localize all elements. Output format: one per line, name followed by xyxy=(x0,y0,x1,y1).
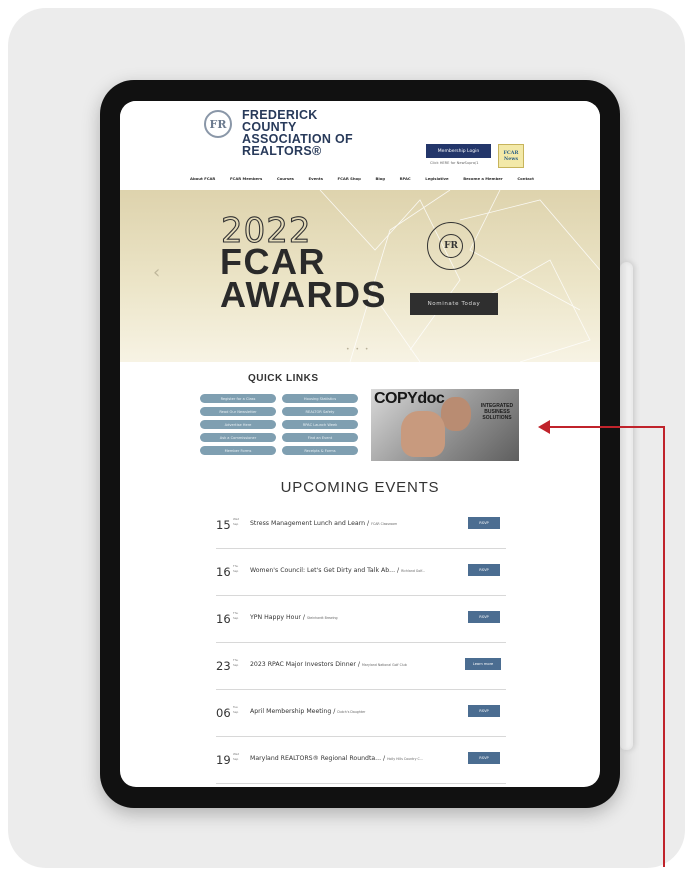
event-month: Tue Sep xyxy=(233,705,239,714)
carousel-dots[interactable]: • • • xyxy=(346,346,370,353)
event-title-text[interactable]: 2023 RPAC Major Investors Dinner / xyxy=(250,661,360,668)
hero-title: FCAR AWARDS xyxy=(220,241,388,315)
nav-item-shop[interactable]: FCAR Shop xyxy=(338,176,361,181)
event-title[interactable]: 2023 RPAC Major Investors Dinner / Maryla… xyxy=(250,661,407,668)
event-day: 23 xyxy=(216,659,231,673)
hero-banner: ‹ 2022 FCAR AWARDS FR Nominate Today • •… xyxy=(120,190,600,362)
copydoc-ad-banner[interactable]: COPYdoc INTEGRATED BUSINESS SOLUTIONS xyxy=(371,389,519,461)
event-row[interactable]: 16 Thu Sep Women's Council: Let's Get Di… xyxy=(216,548,506,596)
fcar-news-badge[interactable]: FCAR News xyxy=(498,144,524,168)
event-month: Thu Sep xyxy=(233,658,239,667)
event-venue: Dutch's Daughter xyxy=(337,710,366,714)
quick-link-pill[interactable]: Read Our Newsletter xyxy=(200,407,276,416)
event-venue: Maryland National Golf Club xyxy=(362,663,407,667)
rsvp-button[interactable]: RSVP xyxy=(468,611,500,623)
tablet-device: FR FREDERICK COUNTY ASSOCIATION OF REALT… xyxy=(100,80,620,808)
event-row[interactable]: 23 Thu Sep 2023 RPAC Major Investors Din… xyxy=(216,642,506,690)
upcoming-events-title: UPCOMING EVENTS xyxy=(280,479,440,496)
event-title-text[interactable]: YPN Happy Hour / xyxy=(250,614,305,621)
event-day: 15 xyxy=(216,518,231,532)
organization-name[interactable]: FREDERICK COUNTY ASSOCIATION OF REALTORS… xyxy=(242,109,382,158)
seal-monogram: FR xyxy=(439,234,463,258)
main-nav: About FCAR FCAR Members Courses Events F… xyxy=(190,176,534,181)
nominate-today-button[interactable]: Nominate Today xyxy=(410,293,498,315)
event-day: 19 xyxy=(216,753,231,767)
quick-link-pill[interactable]: Receipts & Forms xyxy=(282,446,358,455)
nav-item-blog[interactable]: Blog xyxy=(375,176,385,181)
stylus-pencil xyxy=(620,262,633,750)
quick-link-pill[interactable]: Advertise Here xyxy=(200,420,276,429)
fcar-logo-icon[interactable]: FR xyxy=(204,110,232,138)
tablet-screen: FR FREDERICK COUNTY ASSOCIATION OF REALT… xyxy=(120,101,600,787)
nav-item-rpac[interactable]: RPAC xyxy=(400,176,411,181)
quick-link-pill[interactable]: Register for a Class xyxy=(200,394,276,403)
rsvp-button[interactable]: RSVP xyxy=(468,517,500,529)
ad-brand-name: COPYdoc xyxy=(374,390,445,407)
quick-links-title: QUICK LINKS xyxy=(248,373,319,384)
event-title-text[interactable]: Maryland REALTORS® Regional Roundta... / xyxy=(250,755,385,762)
event-venue: Steinhardt Brewing xyxy=(307,616,338,620)
ad-person-face xyxy=(441,397,471,431)
event-day: 16 xyxy=(216,612,231,626)
quick-link-pill[interactable]: REALTOR Safety xyxy=(282,407,358,416)
event-title-text[interactable]: Women's Council: Let's Get Dirty and Tal… xyxy=(250,567,399,574)
annotation-arrow-line xyxy=(663,427,665,867)
quick-link-pill[interactable]: Ask a Commissioner xyxy=(200,433,276,442)
nav-item-courses[interactable]: Courses xyxy=(277,176,294,181)
event-venue: Richland Golf... xyxy=(401,569,426,573)
rsvp-button[interactable]: RSVP xyxy=(468,564,500,576)
quick-link-pill[interactable]: Member Forms xyxy=(200,446,276,455)
event-title[interactable]: Women's Council: Let's Get Dirty and Tal… xyxy=(250,567,425,574)
event-row[interactable]: 16 Thu Sep YPN Happy Hour / Steinhardt Br… xyxy=(216,595,506,643)
nav-item-contact[interactable]: Contact xyxy=(517,176,534,181)
event-title[interactable]: Stress Management Lunch and Learn / FCAR … xyxy=(250,520,397,527)
annotation-arrow-line xyxy=(547,426,665,428)
nav-item-members[interactable]: FCAR Members xyxy=(230,176,262,181)
event-month: Wed Sep xyxy=(233,752,240,761)
nav-item-about[interactable]: About FCAR xyxy=(190,176,215,181)
membership-login-button[interactable]: Membership Login xyxy=(426,144,491,158)
annotation-arrow-head-icon xyxy=(538,420,550,434)
event-month: Thu Sep xyxy=(233,564,239,573)
event-row[interactable]: 15 Wed Sep Stress Management Lunch and L… xyxy=(216,501,506,549)
event-row[interactable]: 06 Tue Sep April Membership Meeting / Dut… xyxy=(216,689,506,737)
ad-hand-graphic xyxy=(401,411,445,457)
nav-item-become-member[interactable]: Become a Member xyxy=(463,176,503,181)
event-row[interactable]: 19 Wed Sep Maryland REALTORS® Regional R… xyxy=(216,736,506,784)
rsvp-button[interactable]: RSVP xyxy=(468,705,500,717)
event-day: 16 xyxy=(216,565,231,579)
quick-link-pill[interactable]: RPAC Launch Week xyxy=(282,420,358,429)
site-header: FR FREDERICK COUNTY ASSOCIATION OF REALT… xyxy=(120,101,600,187)
event-month: Wed Sep xyxy=(233,517,240,526)
fcar-seal-icon: FR xyxy=(427,222,475,270)
quick-link-pill[interactable]: Find an Event xyxy=(282,433,358,442)
event-month: Thu Sep xyxy=(233,611,239,620)
event-day: 06 xyxy=(216,706,231,720)
learn-more-button[interactable]: Learn more xyxy=(465,658,501,670)
quick-link-pill[interactable]: Housing Statistics xyxy=(282,394,358,403)
event-venue: FCAR Classroom xyxy=(371,522,398,526)
login-subtext[interactable]: Click HERE for NewSupra/1 xyxy=(430,161,479,165)
event-title[interactable]: Maryland REALTORS® Regional Roundta... /… xyxy=(250,755,423,762)
nav-item-events[interactable]: Events xyxy=(309,176,323,181)
event-venue: Holly Hills Country C... xyxy=(387,757,423,761)
event-title-text[interactable]: Stress Management Lunch and Learn / xyxy=(250,520,369,527)
event-title[interactable]: YPN Happy Hour / Steinhardt Brewing xyxy=(250,614,338,621)
ad-tagline: INTEGRATED BUSINESS SOLUTIONS xyxy=(480,403,514,421)
event-title-text[interactable]: April Membership Meeting / xyxy=(250,708,335,715)
carousel-prev-arrow-icon[interactable]: ‹ xyxy=(153,262,160,283)
nav-item-legislative[interactable]: Legislative xyxy=(425,176,448,181)
event-title[interactable]: April Membership Meeting / Dutch's Daught… xyxy=(250,708,365,715)
rsvp-button[interactable]: RSVP xyxy=(468,752,500,764)
